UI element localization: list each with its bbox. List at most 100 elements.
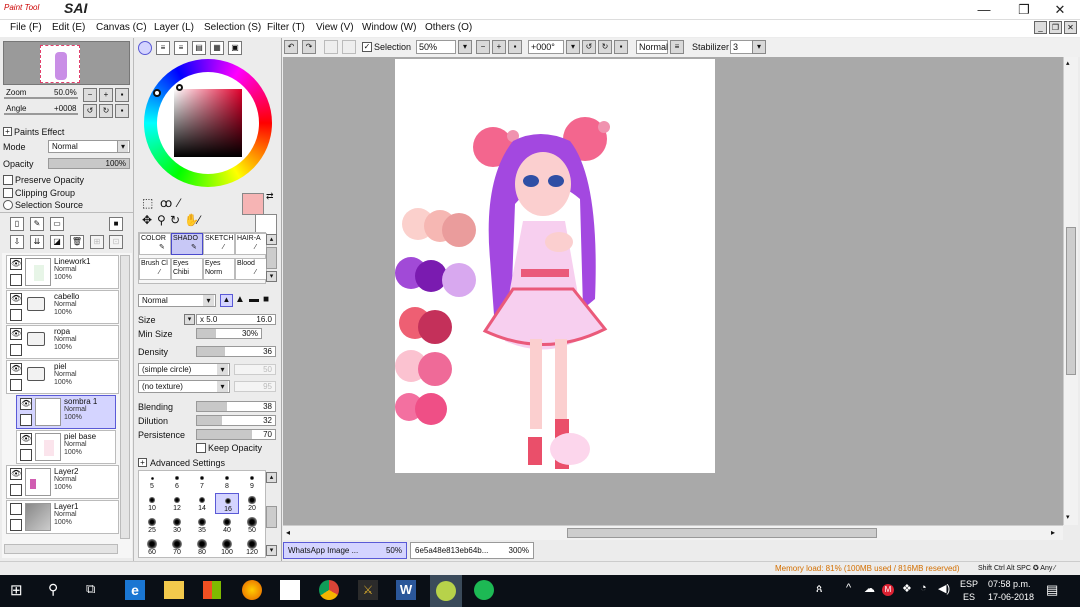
- nav-zoom-in-button[interactable]: +: [99, 88, 113, 102]
- menu-filter[interactable]: Filter (T): [267, 22, 305, 33]
- scroll-left-icon[interactable]: ◂: [286, 528, 290, 537]
- scrollbar-thumb[interactable]: [1066, 227, 1076, 375]
- people-icon[interactable]: ጰ: [816, 583, 823, 596]
- wifi-icon[interactable]: ◔: [920, 582, 927, 594]
- brush-eyes-norm[interactable]: Eyes Norm: [203, 258, 235, 280]
- rotate-right-button[interactable]: ↻: [598, 40, 612, 54]
- layer-lock-box[interactable]: [10, 274, 22, 286]
- redo-button[interactable]: ↷: [302, 40, 316, 54]
- zoom-out-button[interactable]: −: [476, 40, 490, 54]
- mdi-minimize-button[interactable]: _: [1034, 21, 1047, 34]
- clear-layer-icon[interactable]: ◪: [50, 235, 64, 249]
- dilution-bar[interactable]: 32: [196, 415, 276, 426]
- rotate-tool-icon[interactable]: ↻: [170, 213, 180, 227]
- brush-size-cell[interactable]: 70: [165, 537, 189, 558]
- eye-icon[interactable]: 👁: [10, 468, 22, 480]
- canvas-viewport[interactable]: [283, 57, 1063, 525]
- navigator-viewport[interactable]: [40, 45, 80, 83]
- zoom-slider[interactable]: [4, 97, 78, 99]
- brush-eyes-chibi[interactable]: Eyes Chibi: [171, 258, 203, 280]
- stabilizer-dropdown-icon[interactable]: ▾: [752, 40, 766, 54]
- task-view-icon[interactable]: ⧉: [86, 581, 95, 597]
- game-app-icon[interactable]: ⚔: [358, 580, 378, 600]
- menu-window[interactable]: Window (W): [362, 22, 416, 33]
- layer-row[interactable]: 👁 Linework1 Normal 100%: [6, 255, 119, 289]
- size-bar[interactable]: x 5.0 16.0: [196, 314, 276, 325]
- brush-hair[interactable]: HAIR-A ⁄: [235, 233, 267, 255]
- canvas-horizontal-scrollbar[interactable]: ◂ ▸: [283, 525, 1063, 540]
- rotate-reset-button[interactable]: ▪: [614, 40, 628, 54]
- brush-brush-cl[interactable]: Brush Cl ⁄: [139, 258, 171, 280]
- new-folder-icon[interactable]: ▭: [50, 217, 64, 231]
- selection-checkbox[interactable]: ✓: [362, 42, 372, 52]
- zoom-reset-button[interactable]: ▪: [508, 40, 522, 54]
- brush-size-cell[interactable]: 30: [165, 515, 189, 536]
- layer-lock-box[interactable]: [10, 309, 22, 321]
- layer-lock-icon[interactable]: ⊡: [109, 235, 123, 249]
- minimize-button[interactable]: —: [964, 1, 1004, 19]
- scroll-down-icon[interactable]: ▾: [1066, 513, 1070, 521]
- size-grid-scrollbar[interactable]: [266, 506, 277, 528]
- brush-size-cell[interactable]: 10: [140, 493, 164, 514]
- brush-shadow-selected[interactable]: SHADO ✎: [171, 233, 203, 255]
- mdi-restore-button[interactable]: ❐: [1049, 21, 1062, 34]
- brush-grid-scrollbar[interactable]: [266, 247, 277, 269]
- brush-size-cell[interactable]: 50: [240, 515, 264, 536]
- brush-size-cell[interactable]: 100: [215, 537, 239, 558]
- brush-size-cell[interactable]: 35: [190, 515, 214, 536]
- layer-mask-icon[interactable]: ■: [109, 217, 123, 231]
- nav-rotate-reset-button[interactable]: ▪: [115, 104, 129, 118]
- word-icon[interactable]: W: [396, 580, 416, 600]
- scroll-right-icon[interactable]: ▸: [1051, 528, 1055, 537]
- eye-icon[interactable]: [10, 503, 22, 515]
- folder-row[interactable]: 👁 piel Normal 100%: [6, 360, 119, 394]
- angle-dropdown-icon[interactable]: ▾: [566, 40, 580, 54]
- brush-size-cell[interactable]: 12: [165, 493, 189, 514]
- angle-slider[interactable]: [4, 113, 78, 115]
- brush-size-cell[interactable]: 7: [190, 471, 214, 492]
- brush-blood[interactable]: Blood ⁄: [235, 258, 267, 280]
- cloud-icon[interactable]: ☁: [864, 582, 875, 595]
- brush-size-cell[interactable]: 6: [165, 471, 189, 492]
- brush-size-cell[interactable]: 8: [215, 471, 239, 492]
- shape-round-icon[interactable]: ▲: [235, 294, 245, 305]
- canvas-document[interactable]: [395, 59, 715, 473]
- advanced-settings-toggle[interactable]: Advanced Settings: [150, 458, 225, 468]
- hand-tool-icon[interactable]: ✋: [184, 213, 199, 227]
- file-explorer-icon[interactable]: [164, 581, 184, 599]
- transfer-down-icon[interactable]: ⇩: [10, 235, 24, 249]
- invert-selection-button[interactable]: [342, 40, 356, 54]
- nav-zoom-reset-button[interactable]: ▪: [115, 88, 129, 102]
- eye-icon[interactable]: 👁: [20, 398, 32, 410]
- brush-size-cell[interactable]: 20: [240, 493, 264, 514]
- eyedropper-icon[interactable]: ⁄: [198, 213, 200, 227]
- swap-colors-icon[interactable]: ⇄: [266, 191, 274, 202]
- layer-lock-box[interactable]: [10, 344, 22, 356]
- primary-color-swatch[interactable]: [242, 193, 264, 215]
- mcafee-icon[interactable]: M: [882, 584, 894, 596]
- scroll-up-icon[interactable]: ▴: [266, 472, 277, 483]
- color-wheel-tab-icon[interactable]: [138, 41, 152, 55]
- eye-icon[interactable]: 👁: [20, 433, 32, 445]
- scroll-down-icon[interactable]: ▾: [266, 545, 277, 556]
- chevron-up-icon[interactable]: ^: [846, 582, 851, 594]
- menu-view[interactable]: View (V): [316, 22, 354, 33]
- zoom-dropdown-icon[interactable]: ▾: [458, 40, 472, 54]
- rect-select-icon[interactable]: ⬚: [142, 196, 153, 210]
- eye-icon[interactable]: 👁: [10, 328, 22, 340]
- layer-lock-box[interactable]: [10, 519, 22, 531]
- rotate-left-button[interactable]: ↺: [582, 40, 596, 54]
- zoom-tool-icon[interactable]: ⚲: [157, 213, 166, 227]
- hsv-slider-tab-icon[interactable]: ≡: [174, 41, 188, 55]
- scroll-up-icon[interactable]: ▴: [1066, 59, 1070, 67]
- maximize-button[interactable]: ❐: [1004, 1, 1044, 19]
- brush-size-cell[interactable]: 120: [240, 537, 264, 558]
- scroll-up-icon[interactable]: ▴: [266, 234, 277, 245]
- blank-app-icon[interactable]: [280, 580, 300, 600]
- keyboard-layout[interactable]: ES: [963, 592, 975, 602]
- plus-icon[interactable]: +: [3, 127, 12, 136]
- shape-sharp-icon[interactable]: ▲: [220, 294, 233, 307]
- brush-size-cell[interactable]: 40: [215, 515, 239, 536]
- min-size-bar[interactable]: 30%: [196, 328, 262, 339]
- dropbox-icon[interactable]: ❖: [902, 582, 912, 595]
